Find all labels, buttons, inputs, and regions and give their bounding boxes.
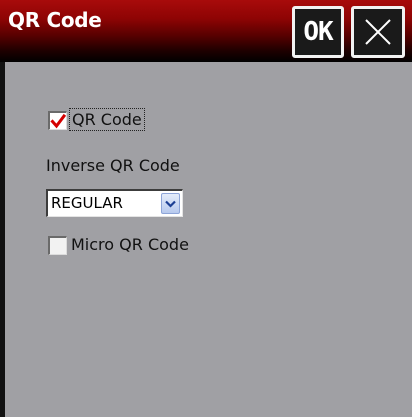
close-icon [365,19,391,45]
micro-qr-code-label[interactable]: Micro QR Code [71,235,189,254]
window-title: QR Code [8,8,102,32]
inverse-qr-code-select[interactable]: REGULAR [46,189,183,217]
inverse-qr-code-value: REGULAR [51,194,123,212]
ok-label: OK [303,17,333,47]
inverse-qr-code-label: Inverse QR Code [46,156,180,175]
window-left-border [0,62,5,417]
qr-code-checkbox[interactable] [48,111,67,130]
qr-code-dialog: QR Code OK QR Code Inverse QR Code REGUL… [0,0,412,417]
chevron-down-icon [165,200,176,208]
micro-qr-code-checkbox[interactable] [48,236,67,255]
qr-code-label[interactable]: QR Code [69,108,145,131]
dropdown-arrow-button[interactable] [161,193,180,214]
titlebar: QR Code OK [0,0,412,62]
ok-button[interactable]: OK [292,6,344,58]
checkmark-icon [50,113,67,129]
close-button[interactable] [351,6,405,58]
